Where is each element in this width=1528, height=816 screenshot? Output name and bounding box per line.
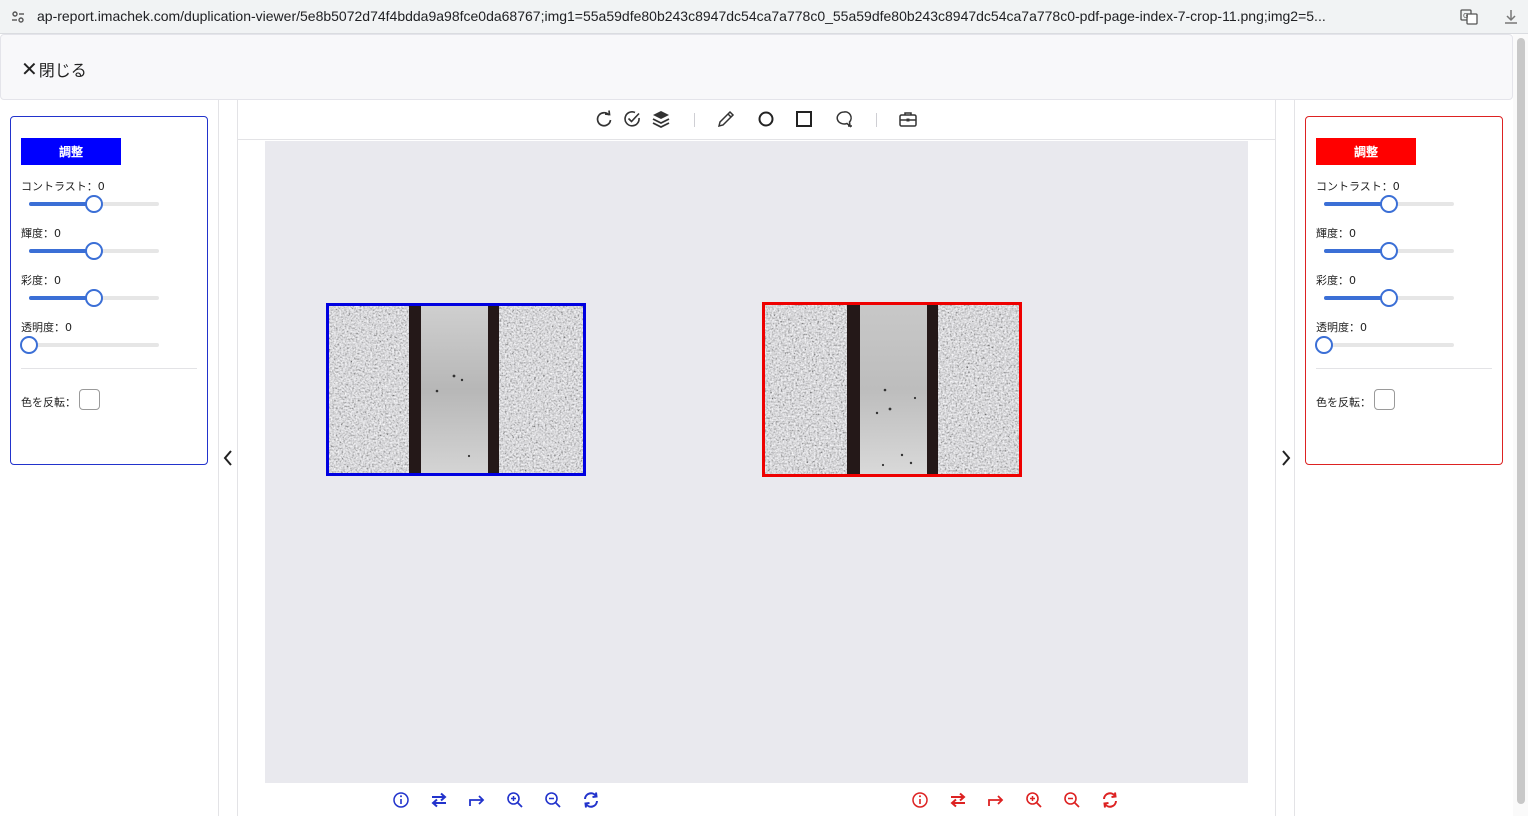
layers-icon[interactable] (651, 109, 671, 129)
right-image[interactable] (762, 302, 1022, 477)
pencil-icon[interactable] (716, 109, 736, 129)
slider-handle[interactable] (20, 336, 38, 354)
opacity-label: 透明度：0 (21, 321, 72, 334)
right-adjust-panel: 調整 コントラスト：0 輝度：0 彩度：0 透明度：0 色を反転： (1305, 116, 1503, 465)
column-divider (218, 100, 219, 816)
invert-color-label: 色を反転： (1316, 396, 1371, 409)
invert-color-label: 色を反転： (21, 396, 76, 409)
zoom-in-icon[interactable] (1024, 790, 1044, 810)
brightness-label: 輝度：0 (1316, 227, 1356, 240)
slider-handle[interactable] (85, 195, 103, 213)
close-button[interactable]: ✕ 閉じる (21, 57, 87, 81)
zoom-in-icon[interactable] (505, 790, 525, 810)
right-image-graphic (765, 305, 1019, 474)
square-icon[interactable] (794, 109, 814, 129)
adjust-button[interactable]: 調整 (1316, 138, 1416, 165)
saturation-slider[interactable] (1324, 288, 1454, 308)
circle-icon[interactable] (756, 109, 776, 129)
contrast-slider[interactable] (29, 194, 159, 214)
swap-icon[interactable] (948, 790, 968, 810)
slider-handle[interactable] (85, 289, 103, 307)
svg-text:G: G (1463, 12, 1468, 20)
page-scrollbar-thumb[interactable] (1517, 38, 1525, 804)
invert-color-checkbox[interactable] (79, 389, 100, 410)
opacity-slider[interactable] (20, 335, 159, 355)
left-image[interactable] (326, 303, 586, 476)
column-divider (1294, 100, 1295, 816)
site-settings-icon[interactable] (10, 9, 26, 25)
url-text[interactable]: ap-report.imachek.com/duplication-viewer… (37, 8, 1447, 24)
annotation-toolbar (238, 100, 1275, 140)
slider-handle[interactable] (1315, 336, 1333, 354)
swap-icon[interactable] (429, 790, 449, 810)
saturation-label: 彩度：0 (21, 274, 61, 287)
briefcase-icon[interactable] (898, 109, 918, 129)
zoom-out-icon[interactable] (1062, 790, 1082, 810)
brightness-label: 輝度：0 (21, 227, 61, 240)
column-divider (237, 100, 238, 816)
opacity-label: 透明度：0 (1316, 321, 1367, 334)
download-icon[interactable] (1502, 8, 1520, 26)
reset-icon[interactable] (581, 790, 601, 810)
column-divider (1275, 100, 1276, 816)
contrast-label: コントラスト：0 (21, 180, 105, 193)
viewer-header: ✕ 閉じる (0, 34, 1513, 100)
contrast-label: コントラスト：0 (1316, 180, 1400, 193)
share-icon[interactable] (467, 790, 487, 810)
slider-handle[interactable] (1380, 289, 1398, 307)
zoom-out-icon[interactable] (543, 790, 563, 810)
rotate-icon[interactable] (594, 109, 614, 129)
chevron-left-icon[interactable] (220, 448, 236, 468)
browser-address-bar: ap-report.imachek.com/duplication-viewer… (0, 0, 1528, 34)
opacity-slider[interactable] (1315, 335, 1454, 355)
slider-handle[interactable] (85, 242, 103, 260)
contrast-slider[interactable] (1324, 194, 1454, 214)
close-label: 閉じる (38, 61, 87, 80)
chevron-right-icon[interactable] (1278, 448, 1294, 468)
left-image-graphic (329, 306, 583, 473)
panel-divider (21, 368, 197, 369)
saturation-label: 彩度：0 (1316, 274, 1356, 287)
saturation-slider[interactable] (29, 288, 159, 308)
check-circle-icon[interactable] (622, 109, 642, 129)
left-adjust-panel: 調整 コントラスト：0 輝度：0 彩度：0 透明度：0 色を反転： (10, 116, 208, 465)
brightness-slider[interactable] (1324, 241, 1454, 261)
toolbar-separator (876, 113, 877, 127)
info-icon[interactable] (391, 790, 411, 810)
toolbar-separator (694, 113, 695, 127)
translate-icon[interactable]: G (1460, 8, 1478, 26)
comment-icon[interactable] (834, 109, 854, 129)
invert-color-checkbox[interactable] (1374, 389, 1395, 410)
share-icon[interactable] (986, 790, 1006, 810)
slider-handle[interactable] (1380, 242, 1398, 260)
reset-icon[interactable] (1100, 790, 1120, 810)
adjust-button[interactable]: 調整 (21, 138, 121, 165)
close-icon: ✕ (21, 57, 38, 81)
brightness-slider[interactable] (29, 241, 159, 261)
panel-divider (1316, 368, 1492, 369)
info-icon[interactable] (910, 790, 930, 810)
slider-handle[interactable] (1380, 195, 1398, 213)
